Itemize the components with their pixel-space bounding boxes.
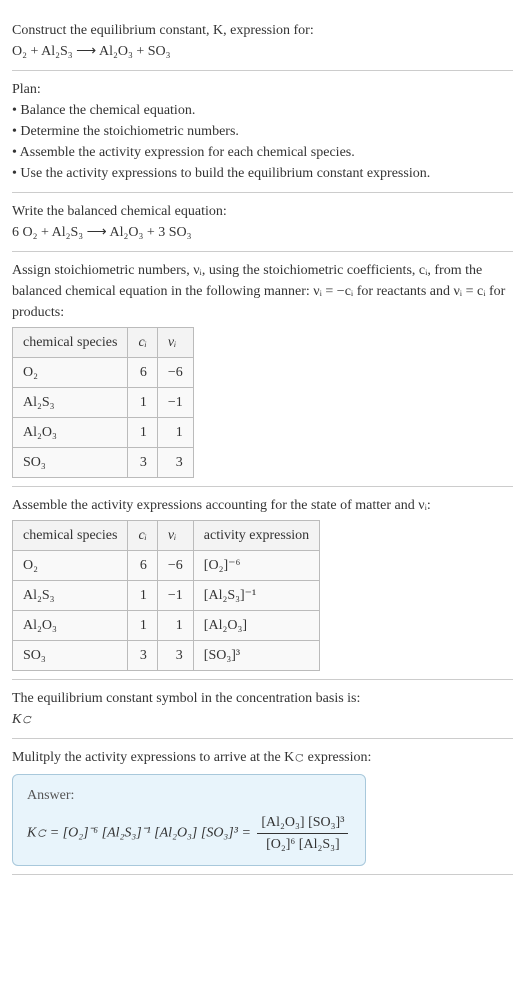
cell-ci: 6 <box>128 358 157 388</box>
section-plan: Plan: • Balance the chemical equation. •… <box>12 71 513 193</box>
cell-vi: −1 <box>157 388 193 418</box>
cell-activity: [Al₂O₃] <box>193 611 319 641</box>
table-row: O₂ 6 −6 <box>13 358 194 388</box>
cell-ci: 1 <box>128 611 157 641</box>
cell-species: Al₂O₃ <box>13 611 128 641</box>
table-header-row: chemical species cᵢ νᵢ <box>13 328 194 358</box>
plan-bullet-1: • Balance the chemical equation. <box>12 100 513 121</box>
table-row: Al₂S₃ 1 −1 [Al₂S₃]⁻¹ <box>13 581 320 611</box>
th-ci: cᵢ <box>128 328 157 358</box>
plan-b2-text: Determine the stoichiometric numbers. <box>20 124 239 139</box>
th-activity: activity expression <box>193 521 319 551</box>
section-stoich: Assign stoichiometric numbers, νᵢ, using… <box>12 252 513 487</box>
cell-vi: −1 <box>157 581 193 611</box>
table-row: Al₂S₃ 1 −1 <box>13 388 194 418</box>
table-row: O₂ 6 −6 [O₂]⁻⁶ <box>13 551 320 581</box>
cell-species: SO₃ <box>13 641 128 671</box>
th-ci: cᵢ <box>128 521 157 551</box>
section-balanced: Write the balanced chemical equation: 6 … <box>12 193 513 252</box>
cell-species: O₂ <box>13 358 128 388</box>
th-species: chemical species <box>13 328 128 358</box>
th-vi: νᵢ <box>157 328 193 358</box>
cell-species: O₂ <box>13 551 128 581</box>
cell-vi: 3 <box>157 448 193 478</box>
cell-ci: 1 <box>128 388 157 418</box>
cell-ci: 1 <box>128 581 157 611</box>
stoich-table: chemical species cᵢ νᵢ O₂ 6 −6 Al₂S₃ 1 −… <box>12 327 194 478</box>
section-symbol: The equilibrium constant symbol in the c… <box>12 680 513 739</box>
cell-ci: 1 <box>128 418 157 448</box>
cell-activity: [O₂]⁻⁶ <box>193 551 319 581</box>
plan-heading: Plan: <box>12 79 513 100</box>
cell-activity: [SO₃]³ <box>193 641 319 671</box>
kc-symbol: K𝚌 <box>12 709 513 730</box>
plan-bullet-2: • Determine the stoichiometric numbers. <box>12 121 513 142</box>
cell-vi: 1 <box>157 611 193 641</box>
table-row: SO₃ 3 3 <box>13 448 194 478</box>
answer-fraction: [Al₂O₃] [SO₃]³ [O₂]⁶ [Al₂S₃] <box>257 812 348 855</box>
cell-species: Al₂S₃ <box>13 581 128 611</box>
plan-b1-text: Balance the chemical equation. <box>20 103 195 118</box>
fraction-denominator: [O₂]⁶ [Al₂S₃] <box>257 834 348 855</box>
cell-vi: 1 <box>157 418 193 448</box>
balanced-equation: 6 O₂ + Al₂S₃ ⟶ Al₂O₃ + 3 SO₃ <box>12 222 513 243</box>
activity-table: chemical species cᵢ νᵢ activity expressi… <box>12 520 320 671</box>
section-activity: Assemble the activity expressions accoun… <box>12 487 513 680</box>
table-row: SO₃ 3 3 [SO₃]³ <box>13 641 320 671</box>
plan-b3-text: Assemble the activity expression for eac… <box>20 145 355 160</box>
table-header-row: chemical species cᵢ νᵢ activity expressi… <box>13 521 320 551</box>
cell-activity: [Al₂S₃]⁻¹ <box>193 581 319 611</box>
section-prompt: Construct the equilibrium constant, K, e… <box>12 12 513 71</box>
table-row: Al₂O₃ 1 1 [Al₂O₃] <box>13 611 320 641</box>
cell-ci: 3 <box>128 641 157 671</box>
cell-ci: 3 <box>128 448 157 478</box>
th-vi: νᵢ <box>157 521 193 551</box>
cell-species: SO₃ <box>13 448 128 478</box>
answer-box: Answer: K𝚌 = [O₂]⁻⁶ [Al₂S₃]⁻¹ [Al₂O₃] [S… <box>12 774 366 866</box>
section-multiply: Mulitply the activity expressions to arr… <box>12 739 513 875</box>
balanced-heading: Write the balanced chemical equation: <box>12 201 513 222</box>
activity-para: Assemble the activity expressions accoun… <box>12 495 513 516</box>
cell-vi: −6 <box>157 358 193 388</box>
cell-species: Al₂S₃ <box>13 388 128 418</box>
fraction-numerator: [Al₂O₃] [SO₃]³ <box>257 812 348 834</box>
answer-lhs: K𝚌 = [O₂]⁻⁶ [Al₂S₃]⁻¹ [Al₂O₃] [SO₃]³ = <box>27 826 254 841</box>
table-row: Al₂O₃ 1 1 <box>13 418 194 448</box>
stoich-para: Assign stoichiometric numbers, νᵢ, using… <box>12 260 513 323</box>
answer-equation: K𝚌 = [O₂]⁻⁶ [Al₂S₃]⁻¹ [Al₂O₃] [SO₃]³ = [… <box>27 812 351 855</box>
prompt-text: Construct the equilibrium constant, K, e… <box>12 20 513 41</box>
plan-bullet-4: • Use the activity expressions to build … <box>12 163 513 184</box>
multiply-para: Mulitply the activity expressions to arr… <box>12 747 513 768</box>
plan-bullet-3: • Assemble the activity expression for e… <box>12 142 513 163</box>
symbol-para: The equilibrium constant symbol in the c… <box>12 688 513 709</box>
cell-vi: −6 <box>157 551 193 581</box>
th-species: chemical species <box>13 521 128 551</box>
cell-species: Al₂O₃ <box>13 418 128 448</box>
prompt-line1: Construct the equilibrium constant, K, e… <box>12 23 314 38</box>
answer-label: Answer: <box>27 785 351 806</box>
plan-b4-text: Use the activity expressions to build th… <box>20 166 430 181</box>
unbalanced-equation: O₂ + Al₂S₃ ⟶ Al₂O₃ + SO₃ <box>12 41 513 62</box>
cell-ci: 6 <box>128 551 157 581</box>
cell-vi: 3 <box>157 641 193 671</box>
